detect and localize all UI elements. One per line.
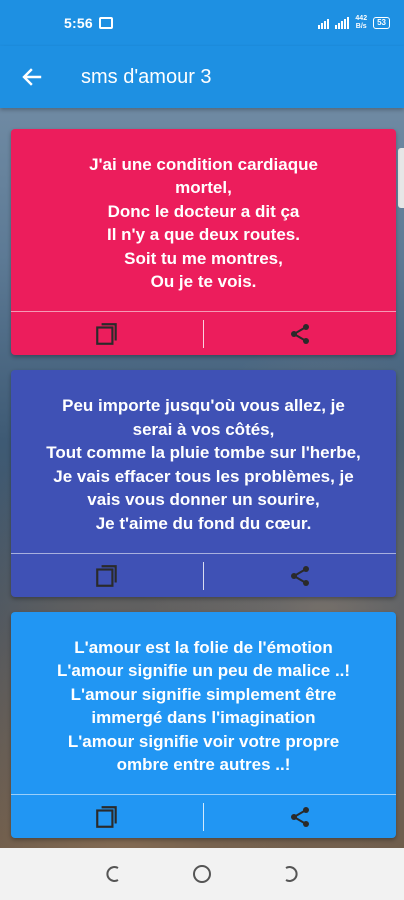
recent-apps-button[interactable] bbox=[94, 854, 134, 894]
back-nav-button[interactable] bbox=[270, 854, 310, 894]
status-indicators: 442 B/s 53 bbox=[318, 15, 390, 31]
copy-icon bbox=[96, 805, 117, 828]
message-card: L'amour est la folie de l'émotion L'amou… bbox=[11, 612, 396, 838]
message-text: J'ai une condition cardiaque mortel, Don… bbox=[89, 154, 318, 292]
message-card: Peu importe jusqu'où vous allez, je sera… bbox=[11, 370, 396, 597]
page-title: sms d'amour 3 bbox=[81, 65, 212, 88]
share-icon bbox=[291, 323, 309, 344]
share-icon bbox=[291, 565, 309, 586]
share-button[interactable] bbox=[204, 795, 396, 838]
card-actions bbox=[11, 553, 396, 597]
card-actions bbox=[11, 311, 396, 355]
status-time: 5:56 bbox=[64, 15, 93, 31]
share-icon bbox=[291, 806, 309, 827]
back-nav-icon bbox=[285, 866, 298, 882]
system-nav-bar bbox=[0, 848, 404, 900]
app-bar: sms d'amour 3 bbox=[0, 46, 404, 108]
recent-apps-icon bbox=[106, 866, 119, 882]
notification-icon bbox=[98, 17, 113, 29]
scroll-edge bbox=[398, 148, 404, 208]
signal-icon bbox=[318, 17, 330, 29]
message-card: J'ai une condition cardiaque mortel, Don… bbox=[11, 129, 396, 355]
copy-icon bbox=[96, 322, 117, 345]
arrow-left-icon bbox=[22, 68, 42, 86]
network-speed: 442 B/s bbox=[355, 15, 368, 30]
home-icon bbox=[193, 865, 211, 883]
card-actions bbox=[11, 794, 396, 838]
copy-button[interactable] bbox=[11, 554, 203, 597]
copy-button[interactable] bbox=[11, 312, 203, 355]
copy-icon bbox=[96, 564, 117, 587]
back-button[interactable] bbox=[0, 46, 64, 108]
battery-icon: 53 bbox=[373, 17, 390, 29]
signal-icon-2 bbox=[335, 17, 350, 29]
message-text: L'amour est la folie de l'émotion L'amou… bbox=[56, 637, 351, 775]
status-bar: 5:56 442 B/s 53 bbox=[0, 0, 404, 46]
message-text: Peu importe jusqu'où vous allez, je sera… bbox=[46, 396, 361, 533]
home-button[interactable] bbox=[182, 854, 222, 894]
share-button[interactable] bbox=[204, 312, 396, 355]
share-button[interactable] bbox=[204, 554, 396, 597]
copy-button[interactable] bbox=[11, 795, 203, 838]
